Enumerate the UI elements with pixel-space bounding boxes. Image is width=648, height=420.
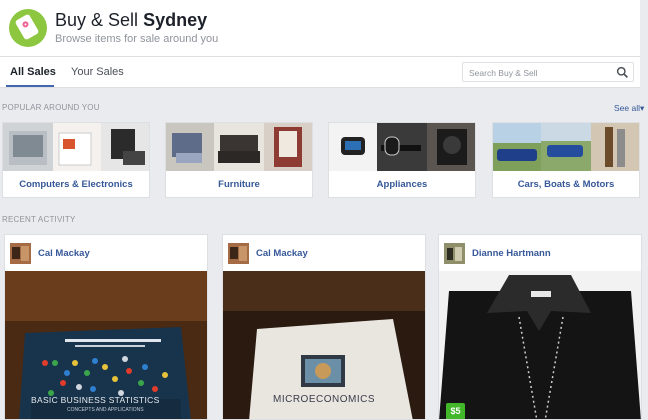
category-image-collage [3,123,149,171]
category-furniture[interactable]: Furniture [165,122,313,198]
category-image-collage [493,123,639,171]
tab-your-sales[interactable]: Your Sales [71,66,124,78]
listing-photo[interactable] [439,271,641,420]
listing-card[interactable]: Dianne Hartmann $5 [438,234,642,420]
category-cars-boats-motors[interactable]: Cars, Boats & Motors [492,122,640,198]
price-badge: $5 [446,403,465,419]
category-label: Appliances [376,179,428,190]
avatar[interactable] [10,243,31,264]
seller-name[interactable]: Cal Mackay [38,248,90,259]
category-appliances[interactable]: Appliances [328,122,476,198]
category-label: Cars, Boats & Motors [517,179,615,190]
see-all-link[interactable]: See all▾ [614,103,644,114]
popular-heading: POPULAR AROUND YOU [2,103,100,112]
category-image-collage [166,123,312,171]
title-city: Sydney [143,10,208,30]
category-image-collage [329,123,475,171]
search-box[interactable] [462,62,634,82]
recent-heading: RECENT ACTIVITY [2,215,76,224]
search-icon[interactable] [616,66,629,79]
price-tag-icon [9,9,47,47]
avatar[interactable] [444,243,465,264]
title-prefix: Buy & Sell [55,10,139,30]
book-title: MICROECONOMICS [273,394,375,405]
listing-card[interactable]: Cal Mackay MICROECONOMICS [222,234,426,420]
category-computers-electronics[interactable]: Computers & Electronics [2,122,150,198]
avatar[interactable] [228,243,249,264]
listing-card[interactable]: Cal Mackay BASIC BUSINESS STATISTICS CON… [4,234,208,420]
page-subtitle: Browse items for sale around you [55,33,219,45]
seller-name[interactable]: Dianne Hartmann [472,248,551,259]
tab-all-sales[interactable]: All Sales [10,66,56,78]
book-subtitle: CONCEPTS AND APPLICATIONS [67,407,144,413]
see-all-label: See all [614,103,640,113]
page-header: Buy & Sell Sydney Browse items for sale … [0,0,640,57]
chevron-down-icon: ▾ [640,103,645,113]
category-label: Computers & Electronics [19,179,133,190]
book-title: BASIC BUSINESS STATISTICS [31,395,160,405]
seller-name[interactable]: Cal Mackay [256,248,308,259]
category-label: Furniture [218,179,260,190]
page-title: Buy & Sell Sydney [55,10,207,31]
active-tab-indicator [6,85,54,87]
search-input[interactable] [467,65,611,81]
